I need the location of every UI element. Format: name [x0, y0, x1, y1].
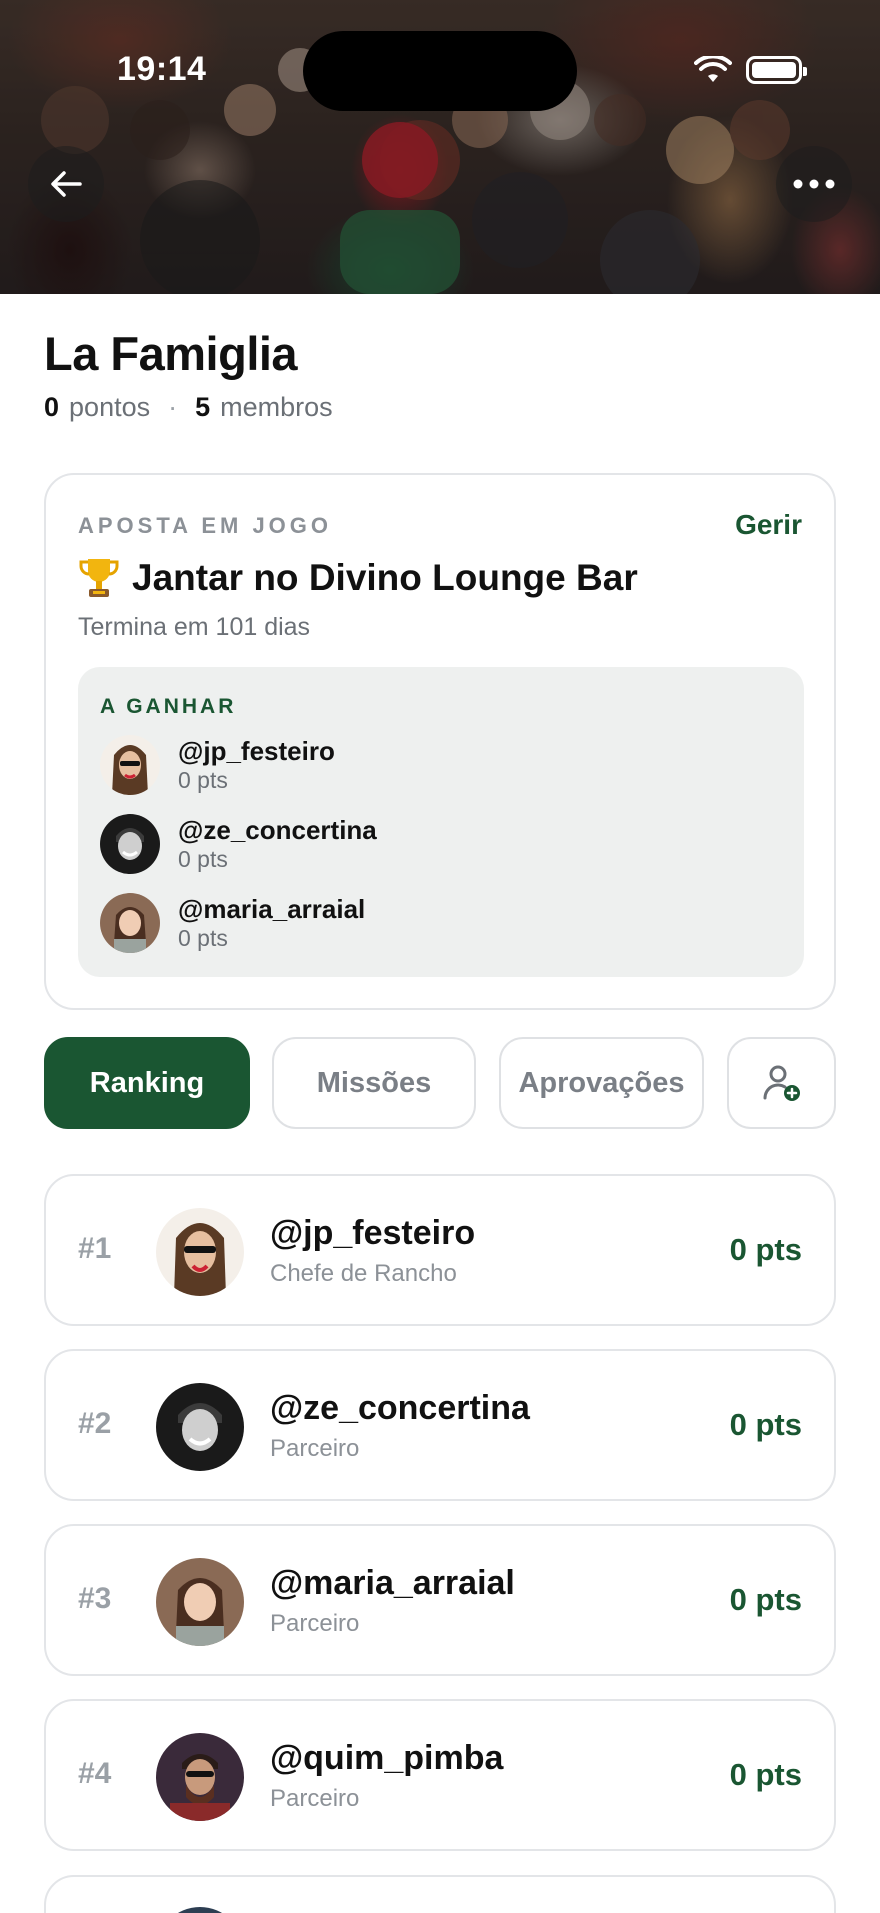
ranking-row[interactable]: [44, 1875, 836, 1913]
members-value: 5: [195, 392, 211, 422]
rank-handle: @quim_pimba: [270, 1739, 504, 1777]
winner-handle: @jp_festeiro: [178, 736, 335, 766]
avatar: [156, 1558, 244, 1646]
add-user-icon: [762, 1065, 800, 1101]
ranking-row[interactable]: #1 @jp_festeiro Chefe de Rancho 0 pts: [44, 1174, 836, 1326]
winners-box: A GANHAR @jp_festeiro 0 pts @ze_concerti…: [78, 667, 804, 977]
arrow-left-icon: [51, 171, 82, 197]
avatar: [100, 893, 160, 953]
stats-separator: ·: [168, 392, 178, 422]
tab-approvals[interactable]: Aprovações: [499, 1037, 704, 1129]
rank-position: #2: [78, 1407, 112, 1440]
winners-eyebrow: A GANHAR: [100, 695, 237, 718]
rank-role: Parceiro: [270, 1435, 360, 1462]
wifi-icon: [694, 56, 732, 82]
bet-title: Jantar no Divino Lounge Bar: [132, 557, 638, 598]
rank-handle: @jp_festeiro: [270, 1214, 476, 1252]
bet-ends-text: Termina em 101 dias: [78, 613, 311, 641]
avatar: [100, 814, 160, 874]
rank-role: Parceiro: [270, 1785, 360, 1812]
rank-handle: @ze_concertina: [270, 1389, 530, 1427]
winner-points: 0 pts: [178, 925, 228, 951]
avatar: [100, 735, 160, 795]
avatar: [156, 1733, 244, 1821]
manage-bet-button[interactable]: Gerir: [735, 509, 802, 541]
rank-points: 0 pts: [729, 1232, 802, 1267]
more-horizontal-icon: [793, 179, 835, 189]
rank-position: #4: [78, 1757, 112, 1790]
avatar: [156, 1208, 244, 1296]
winner-points: 0 pts: [178, 846, 228, 872]
rank-handle: @maria_arraial: [270, 1564, 515, 1602]
battery-icon: [746, 56, 807, 84]
rank-points: 0 pts: [729, 1582, 802, 1617]
rank-position: #1: [78, 1232, 112, 1265]
rank-position: #3: [78, 1582, 112, 1615]
back-button[interactable]: [28, 146, 104, 222]
rank-role: Chefe de Rancho: [270, 1260, 457, 1287]
tab-ranking[interactable]: Ranking: [44, 1037, 250, 1129]
members-label: membros: [220, 392, 333, 422]
group-title: La Famiglia: [44, 327, 298, 380]
winner-row[interactable]: @ze_concertina 0 pts: [100, 814, 377, 874]
ranking-row[interactable]: #2 @ze_concertina Parceiro 0 pts: [44, 1349, 836, 1501]
winner-handle: @maria_arraial: [178, 894, 366, 924]
status-icons: [694, 56, 807, 84]
ranking-row[interactable]: #3 @maria_arraial Parceiro 0 pts: [44, 1524, 836, 1676]
bet-card: APOSTA EM JOGO Gerir Jantar no Divino Lo…: [44, 473, 836, 1010]
dynamic-island: [303, 31, 577, 111]
winner-row[interactable]: @maria_arraial 0 pts: [100, 893, 365, 953]
tab-missions[interactable]: Missões: [272, 1037, 476, 1129]
winner-points: 0 pts: [178, 767, 228, 793]
points-label: pontos: [69, 392, 151, 422]
bet-title-row: Jantar no Divino Lounge Bar: [78, 555, 638, 601]
avatar: [156, 1383, 244, 1471]
status-time: 19:14: [117, 50, 207, 88]
group-stats: 0 pontos · 5 membros: [44, 392, 333, 423]
points-value: 0: [44, 392, 60, 422]
rank-points: 0 pts: [729, 1757, 802, 1792]
more-options-button[interactable]: [776, 146, 852, 222]
rank-role: Parceiro: [270, 1610, 360, 1637]
trophy-icon: [79, 559, 119, 597]
avatar: [156, 1907, 244, 1913]
invite-member-button[interactable]: [727, 1037, 836, 1129]
rank-points: 0 pts: [729, 1407, 802, 1442]
bet-eyebrow: APOSTA EM JOGO: [78, 513, 333, 538]
winner-handle: @ze_concertina: [178, 815, 377, 845]
winner-row[interactable]: @jp_festeiro 0 pts: [100, 735, 335, 795]
ranking-row[interactable]: #4 @quim_pimba Parceiro 0 pts: [44, 1699, 836, 1851]
